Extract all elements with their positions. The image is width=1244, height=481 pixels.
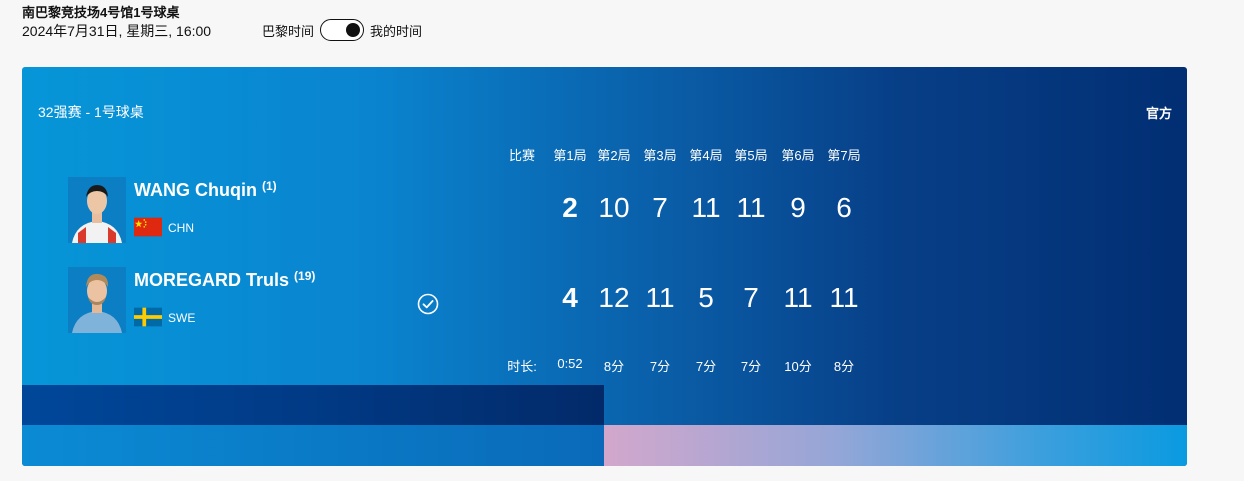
match-datetime: 2024年7月31日, 星期三, 16:00 <box>22 23 212 39</box>
footer-dark-bar <box>22 385 604 425</box>
timezone-toggle[interactable] <box>320 19 365 41</box>
col-header-game3: 第3局 <box>643 148 677 163</box>
player1-avatar <box>68 177 126 243</box>
round-label: 32强赛 - 1号球桌 <box>38 104 144 120</box>
player1-seed: (1) <box>262 179 277 193</box>
player2-game6: 11 <box>829 282 859 313</box>
duration-game4: 7分 <box>740 359 762 374</box>
player2-game2: 11 <box>645 282 675 313</box>
match-card: 32强赛 - 1号球桌 官方 比赛 第1局 第2局 第3局 第4局 第5局 第6… <box>22 67 1187 466</box>
footer-stripe-right <box>604 425 1187 466</box>
sweden-flag-icon <box>134 307 162 327</box>
duration-game3: 7分 <box>695 359 717 374</box>
col-header-game5: 第5局 <box>734 148 768 163</box>
player2-game4: 7 <box>743 282 759 313</box>
footer-stripe-left <box>22 425 604 466</box>
duration-game6: 8分 <box>833 359 855 374</box>
col-header-match: 比赛 <box>508 148 535 163</box>
col-header-game4: 第4局 <box>689 148 723 163</box>
venue-title: 南巴黎竞技场4号馆1号球桌 <box>22 5 180 20</box>
player2-name-text: MOREGARD Truls <box>134 270 290 290</box>
col-header-game7: 第7局 <box>827 148 861 163</box>
player1-name[interactable]: WANG Chuqin (1) <box>134 179 277 201</box>
player2-country: SWE <box>168 311 196 325</box>
player1-game6: 6 <box>836 192 852 223</box>
official-badge: 官方 <box>1145 106 1172 121</box>
duration-game1: 8分 <box>603 359 625 374</box>
player1-match-score: 2 <box>562 192 578 223</box>
player2-match-score: 4 <box>562 282 578 313</box>
toggle-knob <box>346 22 361 37</box>
player2-seed: (19) <box>294 269 316 283</box>
player2-game3: 5 <box>698 282 714 313</box>
tz-paris-label: 巴黎时间 <box>262 23 315 39</box>
player1-country: CHN <box>168 221 194 235</box>
player1-game1: 10 <box>598 192 630 223</box>
check-circle-icon <box>417 293 439 315</box>
player2-photo-icon <box>68 267 126 333</box>
col-header-game6: 第6局 <box>781 148 815 163</box>
player1-photo-icon <box>68 177 126 243</box>
tz-local-label: 我的时间 <box>370 23 423 39</box>
player2-game5: 11 <box>783 282 813 313</box>
player2-avatar <box>68 267 126 333</box>
duration-game2: 7分 <box>649 359 671 374</box>
player1-game3: 11 <box>691 192 721 223</box>
duration-match: 0:52 <box>557 356 583 371</box>
duration-game5: 10分 <box>784 359 812 374</box>
player1-game2: 7 <box>652 192 668 223</box>
china-flag-icon <box>134 217 162 237</box>
player1-game4: 11 <box>736 192 766 223</box>
col-header-game2: 第2局 <box>597 148 631 163</box>
duration-label: 时长: <box>507 359 537 374</box>
card-footer-decor <box>22 385 1187 466</box>
player2-name[interactable]: MOREGARD Truls (19) <box>134 269 315 291</box>
col-header-game1: 第1局 <box>553 148 587 163</box>
timezone-switch: 巴黎时间 我的时间 <box>262 19 422 41</box>
player1-game5: 9 <box>790 192 806 223</box>
player2-game1: 12 <box>598 282 630 313</box>
player1-name-text: WANG Chuqin <box>134 180 257 200</box>
